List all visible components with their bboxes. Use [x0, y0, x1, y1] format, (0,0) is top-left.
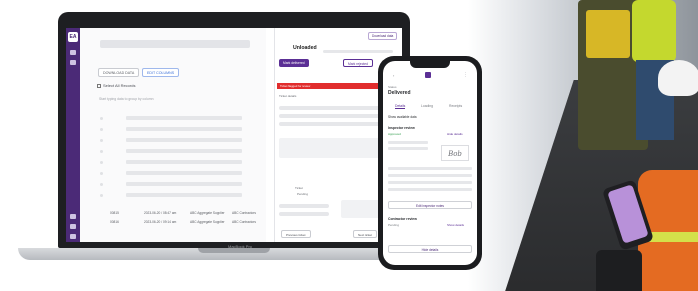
pending-status: Pending: [297, 192, 309, 196]
previous-ticket-button[interactable]: Previous ticket: [281, 230, 311, 238]
contractor-review-label: Contractor review: [388, 217, 417, 221]
detail-field: [388, 167, 472, 170]
detail-subtitle-placeholder: [323, 50, 393, 53]
detail-field: [388, 174, 472, 177]
ticket-list-pane: DOWNLOAD DATA EDIT COLUMNS Select All Re…: [80, 28, 266, 242]
edit-columns-chip[interactable]: EDIT COLUMNS: [142, 68, 180, 77]
table-row[interactable]: [126, 149, 242, 153]
row-checkbox[interactable]: [100, 128, 103, 131]
tab-receipts[interactable]: Receipts: [449, 104, 462, 108]
table-row[interactable]: [126, 171, 242, 175]
mark-rejected-button[interactable]: Mark rejected: [343, 59, 373, 67]
settings-icon[interactable]: [70, 224, 76, 229]
laptop-screen: EA DOWNLOAD DATA EDIT COLUMNS Select All…: [66, 28, 402, 242]
row-checkbox[interactable]: [100, 183, 103, 186]
tab-details[interactable]: Details: [395, 104, 406, 109]
worker-vest: [632, 0, 676, 62]
download-button[interactable]: Download data: [368, 32, 398, 40]
bucket: [596, 250, 642, 291]
phone-notch: [410, 61, 450, 68]
contractor-status: Pending: [388, 223, 400, 227]
app-sidebar: EA: [66, 28, 80, 242]
list-title-placeholder: [100, 40, 250, 48]
cell-id: 00816: [110, 220, 119, 224]
detail-field: [279, 204, 329, 208]
hide-details-button[interactable]: Hide details: [388, 245, 472, 253]
cell-date: 2023-06-20 / 08:47 am: [144, 211, 177, 215]
table-row[interactable]: [126, 127, 242, 131]
checkbox-icon[interactable]: [97, 83, 101, 88]
detail-field: [279, 212, 329, 216]
detail-title: Unloaded: [293, 45, 317, 51]
paving-machine-cab: [586, 10, 630, 58]
inspector-status: Approved: [388, 132, 401, 136]
select-all-label: Select All Records: [103, 83, 136, 88]
select-all-checkbox[interactable]: Select All Records: [97, 83, 135, 88]
table-row[interactable]: [126, 138, 242, 142]
cell-supplier: ABC Aggregate Supplier: [190, 220, 225, 224]
cell-id: 00815: [110, 211, 119, 215]
detail-field: [388, 141, 428, 144]
detail-field: [388, 188, 472, 191]
status-caption: Status: [388, 85, 397, 89]
available-data-toggle[interactable]: Show available data: [388, 115, 417, 119]
hard-hat: [658, 60, 698, 96]
construction-photo: [468, 0, 698, 291]
next-ticket-button[interactable]: Next ticket: [353, 230, 378, 238]
inspector-signature: Bob: [441, 145, 469, 161]
table-row[interactable]: [126, 160, 242, 164]
inbox-icon[interactable]: [70, 50, 76, 55]
group-by-hint: Start typing data to group by column: [99, 97, 154, 101]
table-row[interactable]: [126, 116, 242, 120]
row-checkbox[interactable]: [100, 150, 103, 153]
tab-loading[interactable]: Loading: [421, 104, 433, 108]
detail-field: [388, 181, 472, 184]
help-icon[interactable]: [70, 234, 76, 239]
phone-title: Delivered: [388, 90, 411, 96]
ticket-label: Ticket: [295, 186, 303, 190]
download-data-chip[interactable]: DOWNLOAD DATA: [98, 68, 140, 77]
cell-date: 2023-06-20 / 09:14 am: [144, 220, 177, 224]
table-row[interactable]: 00816 2023-06-20 / 09:14 am ABC Aggregate …: [110, 220, 256, 224]
detail-field: [388, 147, 428, 150]
table-row[interactable]: [126, 182, 242, 186]
status-icon: [425, 72, 431, 78]
edit-inspector-notes-button[interactable]: Edit inspector notes: [388, 201, 472, 209]
row-checkbox[interactable]: [100, 139, 103, 142]
phone-screen: ‹ ⋮ Status Delivered Details Loading Rec…: [383, 61, 477, 265]
user-icon[interactable]: [70, 214, 76, 219]
row-checkbox[interactable]: [100, 117, 103, 120]
row-checkbox[interactable]: [100, 194, 103, 197]
mark-delivered-button[interactable]: Mark delivered: [279, 59, 309, 67]
show-details-link[interactable]: Show details: [447, 223, 464, 227]
row-checkbox[interactable]: [100, 172, 103, 175]
row-checkbox[interactable]: [100, 161, 103, 164]
ticket-details-label: Ticket details: [279, 94, 297, 98]
hide-details-link[interactable]: Hide details: [447, 132, 463, 136]
menu-icon[interactable]: ⋮: [463, 72, 468, 78]
app-logo: EA: [68, 32, 78, 42]
back-icon[interactable]: ‹: [393, 73, 394, 78]
table-row[interactable]: 00815 2023-06-20 / 08:47 am ABC Aggregate …: [110, 211, 256, 215]
cell-supplier: ABC Aggregate Supplier: [190, 211, 225, 215]
table-row[interactable]: [126, 193, 242, 197]
tickets-icon[interactable]: [70, 60, 76, 65]
cell-customer: ABC Contractors: [232, 220, 256, 224]
cell-customer: ABC Contractors: [232, 211, 256, 215]
inspector-review-label: Inspector review: [388, 126, 415, 130]
laptop-brand-label: MacBook Pro: [227, 244, 252, 249]
